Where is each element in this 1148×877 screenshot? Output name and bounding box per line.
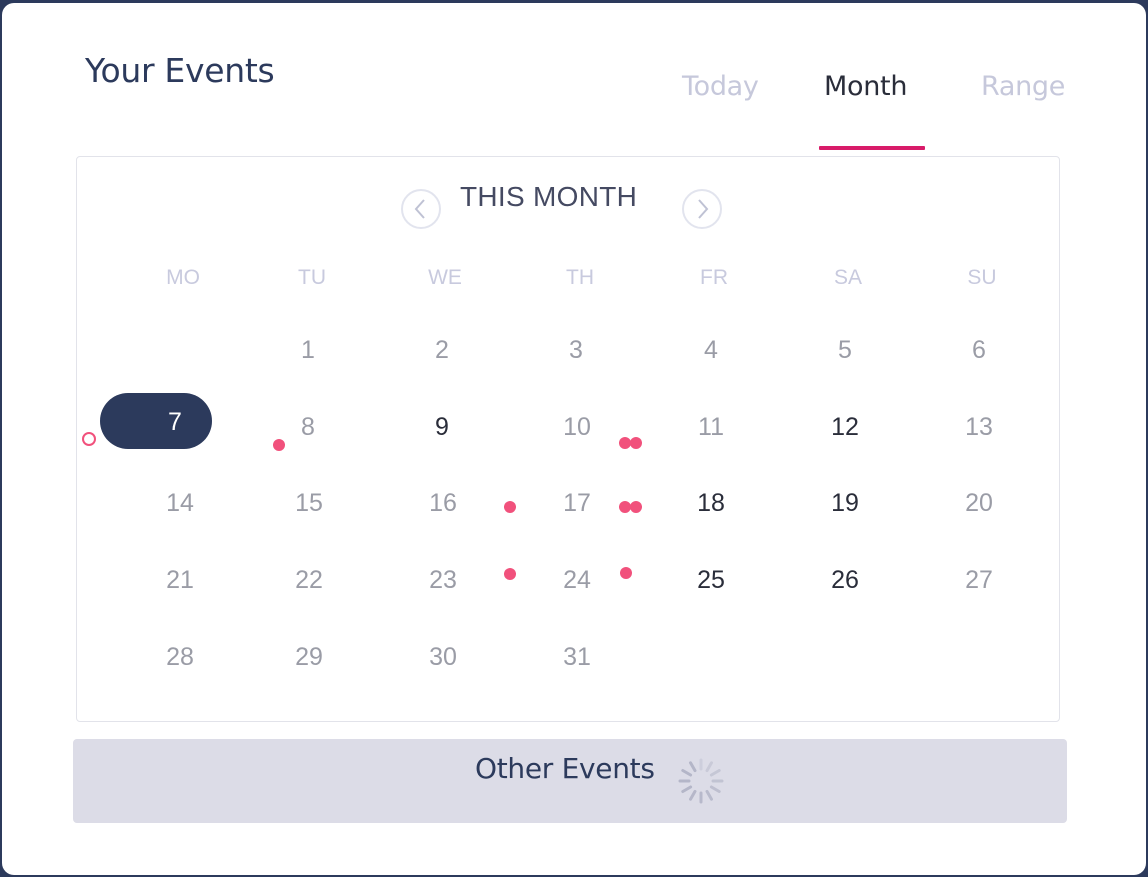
tab-range[interactable]: Range: [981, 71, 1065, 102]
tab-month[interactable]: Month: [824, 71, 907, 102]
calendar-day[interactable]: 8: [268, 413, 348, 442]
calendar-day[interactable]: 4: [671, 336, 751, 365]
calendar-day[interactable]: 16: [403, 489, 483, 518]
next-month-button[interactable]: [682, 189, 722, 229]
active-tab-indicator: [819, 146, 925, 150]
calendar-day[interactable]: 11: [671, 413, 751, 442]
calendar-day[interactable]: 31: [537, 643, 617, 672]
calendar-day[interactable]: 29: [269, 643, 349, 672]
calendar-day[interactable]: 5: [805, 336, 885, 365]
calendar-day[interactable]: 25: [671, 566, 751, 595]
calendar-day[interactable]: 6: [939, 336, 1019, 365]
calendar-day[interactable]: 12: [805, 413, 885, 442]
other-events-label: Other Events: [475, 752, 655, 785]
calendar-day[interactable]: 22: [269, 566, 349, 595]
calendar-day[interactable]: 13: [939, 413, 1019, 442]
weekday-header: TH: [566, 266, 594, 289]
calendar-day[interactable]: 17: [537, 489, 617, 518]
event-dot: [504, 568, 516, 580]
previous-month-button[interactable]: [401, 189, 441, 229]
weekday-header: TU: [298, 266, 326, 289]
page-title: Your Events: [85, 51, 275, 90]
weekday-header: SA: [833, 266, 862, 289]
calendar-day[interactable]: 15: [269, 489, 349, 518]
calendar-day[interactable]: 21: [140, 566, 220, 595]
calendar-day[interactable]: 23: [403, 566, 483, 595]
event-dot: [504, 501, 516, 513]
calendar-day[interactable]: 30: [403, 643, 483, 672]
event-dot: [273, 439, 285, 451]
calendar-day[interactable]: 1: [268, 336, 348, 365]
event-dot: [630, 437, 642, 449]
calendar-day[interactable]: 24: [537, 566, 617, 595]
weekday-header: SU: [967, 266, 997, 289]
weekday-header: WE: [428, 266, 462, 289]
calendar-day[interactable]: 28: [140, 643, 220, 672]
chevron-left-icon: [414, 199, 425, 219]
calendar-day[interactable]: 2: [402, 336, 482, 365]
chevron-right-icon: [698, 199, 709, 219]
calendar-day[interactable]: 14: [140, 489, 220, 518]
calendar-day[interactable]: 19: [805, 489, 885, 518]
weekday-header: FR: [700, 266, 728, 289]
month-label: THIS MONTH: [460, 181, 638, 212]
event-dot: [630, 501, 642, 513]
calendar-day[interactable]: 20: [939, 489, 1019, 518]
calendar-day[interactable]: 3: [536, 336, 616, 365]
event-dot: [620, 567, 632, 579]
event-ring-marker: [82, 432, 96, 446]
calendar-day[interactable]: 9: [402, 413, 482, 442]
tab-today[interactable]: Today: [682, 71, 759, 102]
loading-spinner-icon: [678, 758, 724, 804]
calendar-day[interactable]: 10: [537, 413, 617, 442]
weekday-header: MO: [166, 266, 200, 289]
calendar-day[interactable]: 27: [939, 566, 1019, 595]
calendar-day[interactable]: 18: [671, 489, 751, 518]
calendar-day[interactable]: 26: [805, 566, 885, 595]
calendar-day-selected[interactable]: 7: [135, 408, 215, 437]
